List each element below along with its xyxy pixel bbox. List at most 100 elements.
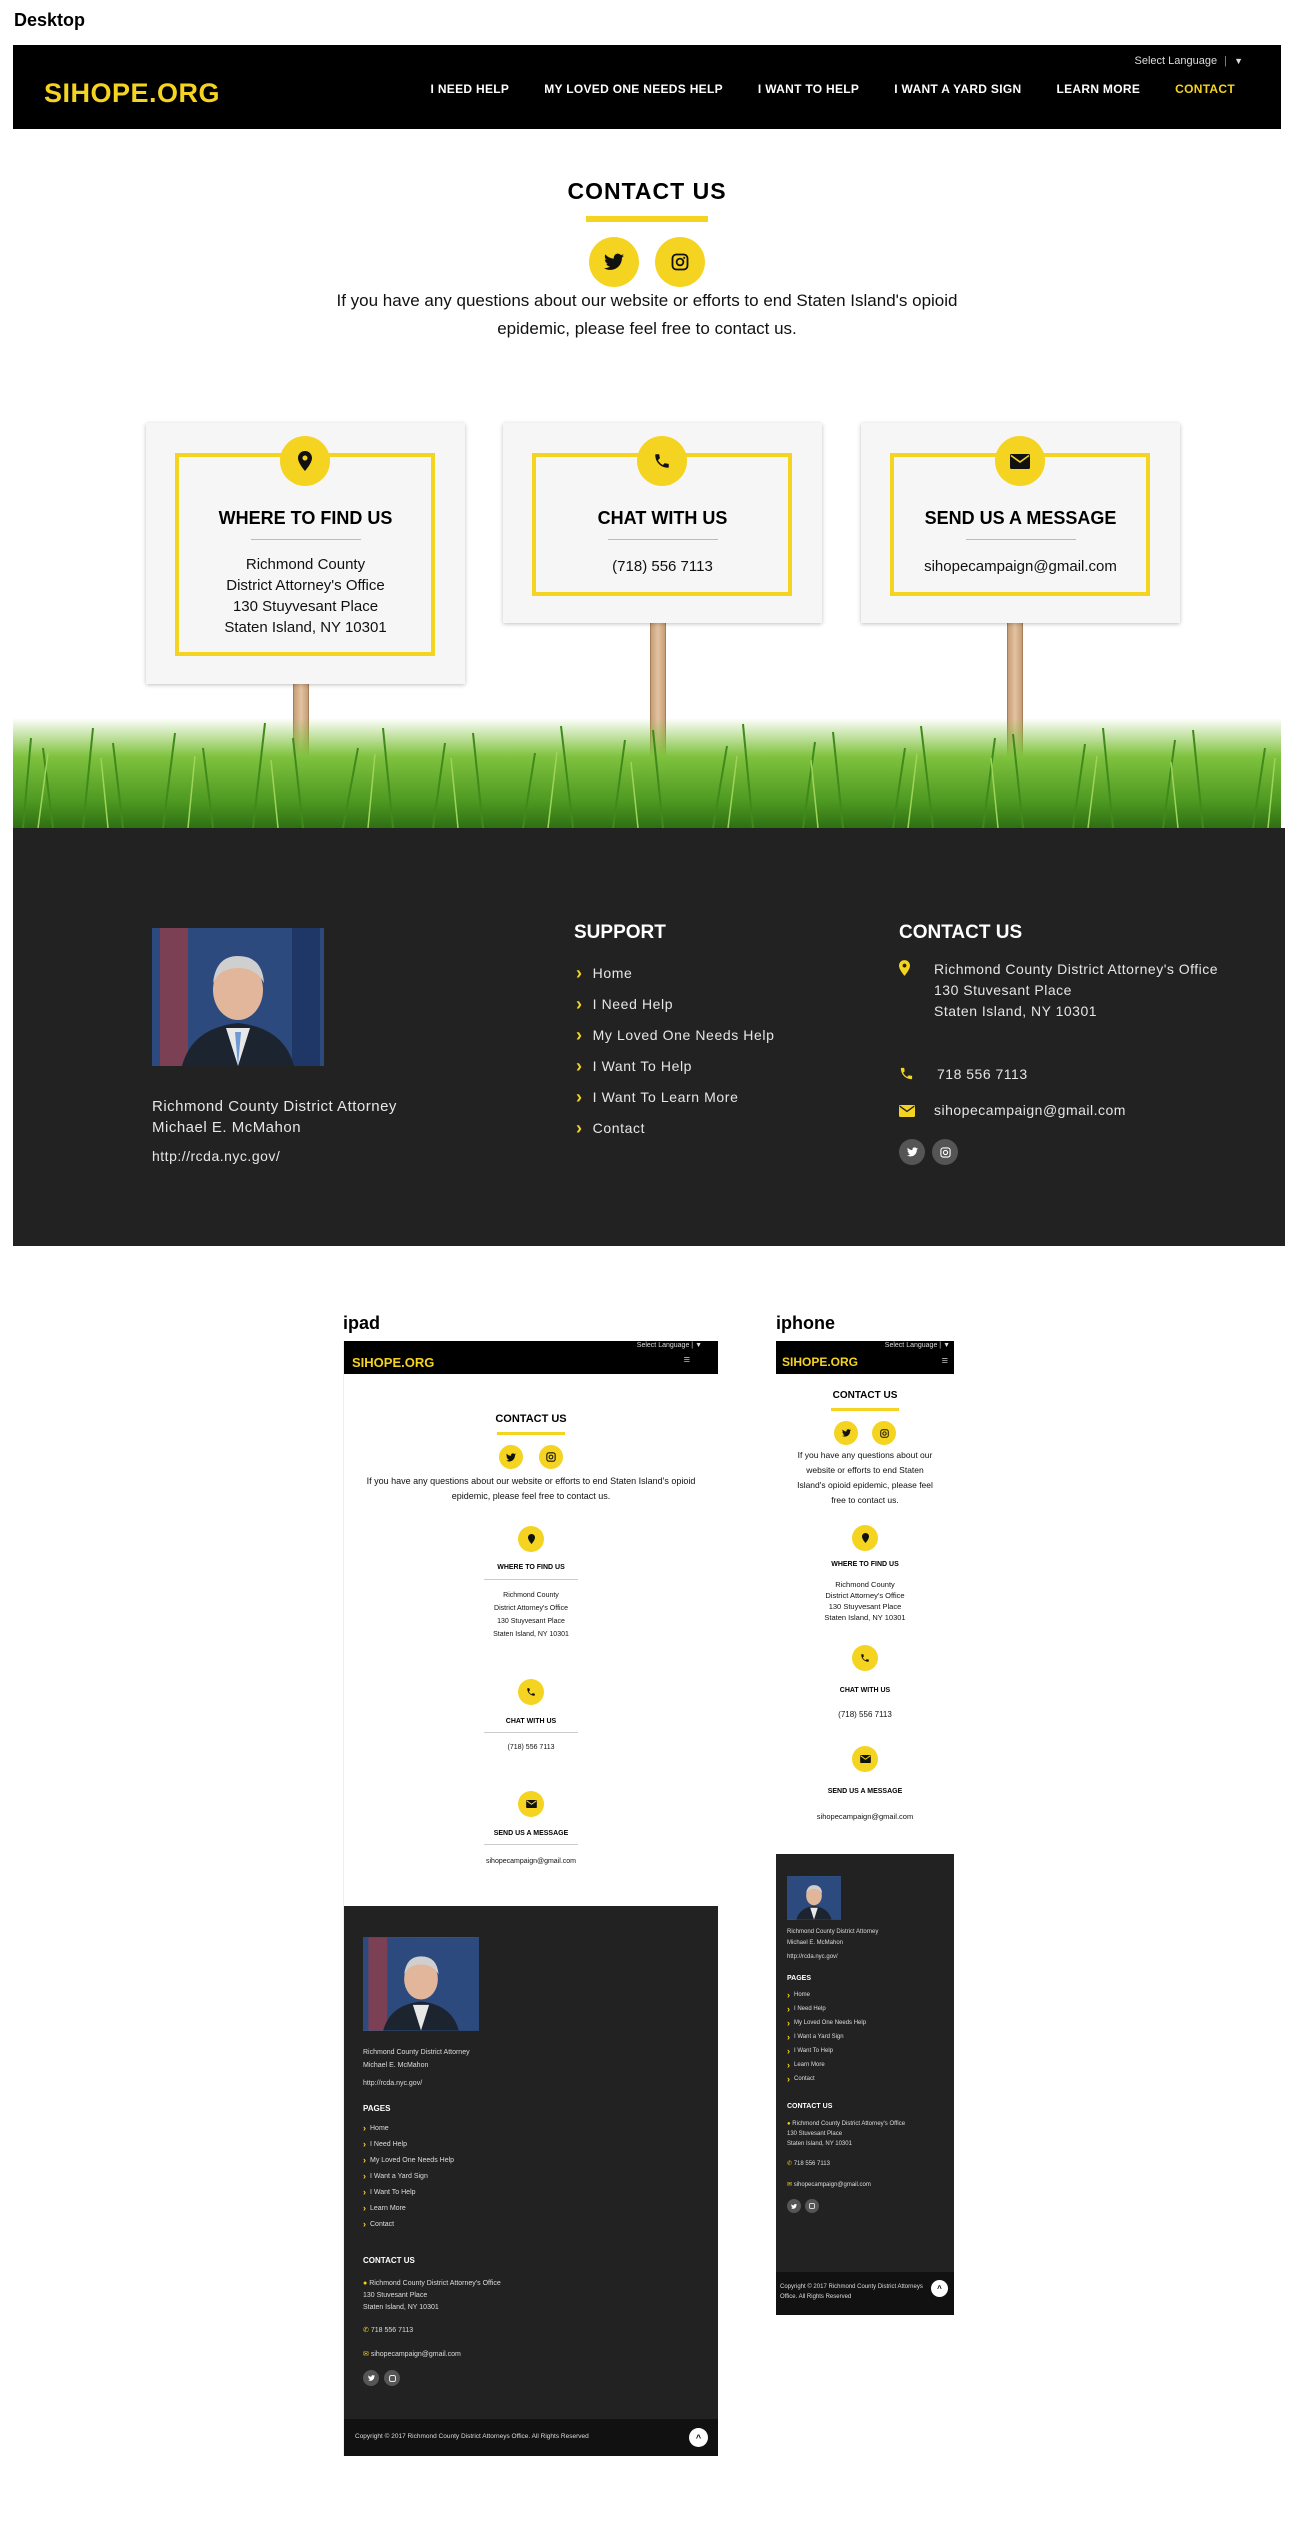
- footer-phone[interactable]: 718 556 7113: [937, 1066, 1028, 1082]
- card-email[interactable]: sihopecampaign@gmail.com: [861, 556, 1180, 577]
- card-line: 130 Stuyvesant Place: [232, 598, 379, 615]
- iphone-person-name: Michael E. McMahon: [787, 1940, 844, 1946]
- iphone-phone[interactable]: 718 556 7113: [794, 2161, 830, 2167]
- ipad-footer-link[interactable]: › I Want a Yard Sign: [363, 2172, 428, 2181]
- ipad-person-name: Michael E. McMahon: [363, 2062, 429, 2069]
- twitter-icon[interactable]: [363, 2370, 379, 2386]
- ipad-card-title: WHERE TO FIND US: [497, 1564, 565, 1571]
- envelope-icon: ✉: [363, 2351, 369, 2358]
- language-label: Select Language: [1134, 55, 1218, 67]
- footer-address-line: Richmond County District Attorney's Offi…: [934, 961, 1219, 977]
- iphone-address-line: Richmond County District Attorney's Offi…: [792, 2121, 906, 2127]
- iphone-twitter-button[interactable]: [834, 1421, 858, 1445]
- site-logo[interactable]: SIHOPE.ORG: [44, 78, 220, 109]
- iphone-footer-link[interactable]: › I Want To Help: [787, 2047, 833, 2056]
- language-select[interactable]: Select Language | ▼: [1135, 55, 1243, 67]
- desktop-header: SIHOPE.ORG Select Language | ▼ I NEED HE…: [13, 45, 1281, 129]
- footer-link-home[interactable]: › Home: [576, 964, 632, 982]
- nav-item-i-want-to-help[interactable]: I WANT TO HELP: [758, 82, 859, 96]
- iphone-footer-link[interactable]: › I Need Help: [787, 2005, 826, 2014]
- footer-address-line: Staten Island, NY 10301: [934, 1003, 1098, 1019]
- footer-link-loved-one[interactable]: › My Loved One Needs Help: [576, 1026, 775, 1044]
- ipad-label: ipad: [343, 1313, 381, 1333]
- iphone-copyright: Copyright © 2017 Richmond County Distric…: [780, 2284, 923, 2290]
- iphone-url-link[interactable]: http://rcda.nyc.gov/: [787, 1954, 838, 1960]
- da-portrait-image: [363, 1937, 479, 2031]
- phone-icon: [899, 1066, 914, 1086]
- instagram-button[interactable]: [655, 237, 705, 287]
- footer-instagram-button[interactable]: [932, 1139, 958, 1165]
- instagram-icon[interactable]: [805, 2199, 819, 2213]
- iphone-email[interactable]: sihopecampaign@gmail.com: [794, 2182, 871, 2188]
- iphone-card-line: District Attorney's Office: [825, 1591, 905, 1600]
- map-pin-icon: [280, 436, 330, 486]
- ipad-url-link[interactable]: http://rcda.nyc.gov/: [363, 2080, 422, 2087]
- iphone-footer-link[interactable]: › Learn More: [787, 2061, 825, 2070]
- ipad-footer-link[interactable]: › I Need Help: [363, 2140, 407, 2149]
- contact-intro: If you have any questions about our webs…: [336, 291, 958, 338]
- ipad-instagram-button[interactable]: [539, 1445, 563, 1469]
- instagram-icon[interactable]: [384, 2370, 400, 2386]
- menu-icon[interactable]: ≡: [942, 1355, 948, 1367]
- ipad-language-select[interactable]: Select Language | ▼: [637, 1342, 702, 1349]
- iphone-footer-link[interactable]: › Contact: [787, 2075, 815, 2084]
- footer-person-title: Richmond County District Attorney: [152, 1098, 397, 1115]
- ipad-twitter-button[interactable]: [499, 1445, 523, 1469]
- ipad-card-line: Richmond County: [503, 1592, 559, 1599]
- nav-item-yard-sign[interactable]: I WANT A YARD SIGN: [894, 82, 1021, 96]
- instagram-icon: [671, 253, 689, 271]
- da-portrait-image: [152, 928, 324, 1066]
- ipad-contact-heading: CONTACT US: [363, 2256, 415, 2265]
- footer-link-i-want-to-help[interactable]: › I Want To Help: [576, 1057, 692, 1075]
- phone-icon: ✆: [363, 2327, 369, 2334]
- menu-icon[interactable]: ≡: [684, 1354, 690, 1366]
- card-line: Staten Island, NY 10301: [224, 619, 387, 636]
- footer-url-link[interactable]: http://rcda.nyc.gov/: [152, 1148, 280, 1164]
- back-to-top-button[interactable]: ^: [931, 2280, 948, 2297]
- twitter-icon[interactable]: [787, 2199, 801, 2213]
- nav-item-learn-more[interactable]: LEARN MORE: [1056, 82, 1140, 96]
- twitter-button[interactable]: [589, 237, 639, 287]
- desktop-footer: Richmond County District Attorney Michae…: [13, 828, 1285, 1246]
- ipad-card-email[interactable]: sihopecampaign@gmail.com: [344, 1858, 718, 1865]
- ipad-logo[interactable]: SIHOPE.ORG: [352, 1355, 434, 1370]
- ipad-footer-link[interactable]: › My Loved One Needs Help: [363, 2156, 454, 2165]
- iphone-instagram-button[interactable]: [872, 1421, 896, 1445]
- ipad-mockup: SIHOPE.ORG Select Language | ▼ ≡ CONTACT…: [343, 1341, 718, 2456]
- nav-item-contact[interactable]: CONTACT: [1175, 82, 1235, 96]
- card-title: WHERE TO FIND US: [218, 508, 393, 528]
- ipad-footer-link[interactable]: › Contact: [363, 2220, 394, 2229]
- ipad-card-title: CHAT WITH US: [505, 1718, 557, 1725]
- iphone-language-select[interactable]: Select Language | ▼: [885, 1342, 950, 1349]
- nav-item-i-need-help[interactable]: I NEED HELP: [431, 82, 510, 96]
- ipad-card-phone[interactable]: (718) 556 7113: [344, 1744, 718, 1751]
- iphone-card-title: SEND US A MESSAGE: [827, 1788, 903, 1795]
- envelope-icon: [518, 1791, 544, 1817]
- iphone-card-phone[interactable]: (718) 556 7113: [776, 1710, 954, 1719]
- iphone-logo[interactable]: SIHOPE.ORG: [782, 1355, 858, 1369]
- ipad-copyright: Copyright © 2017 Richmond County Distric…: [355, 2433, 589, 2440]
- ipad-footer-link[interactable]: › Home: [363, 2124, 389, 2133]
- footer-link-learn-more[interactable]: › I Want To Learn More: [576, 1088, 738, 1106]
- nav-item-loved-one[interactable]: MY LOVED ONE NEEDS HELP: [544, 82, 723, 96]
- instagram-icon: [939, 1146, 951, 1158]
- ipad-intro: If you have any questions about our webs…: [366, 1476, 696, 1501]
- ipad-footer-link[interactable]: › I Want To Help: [363, 2188, 416, 2197]
- ipad-email[interactable]: sihopecampaign@gmail.com: [371, 2351, 461, 2358]
- iphone-person-title: Richmond County District Attorney: [787, 1929, 879, 1935]
- footer-twitter-button[interactable]: [899, 1139, 925, 1165]
- twitter-icon: [604, 253, 624, 270]
- iphone-footer-link[interactable]: › I Want a Yard Sign: [787, 2033, 844, 2042]
- footer-link-contact[interactable]: › Contact: [576, 1119, 645, 1137]
- iphone-footer-link[interactable]: › My Loved One Needs Help: [787, 2019, 866, 2028]
- iphone-card-email[interactable]: sihopecampaign@gmail.com: [776, 1812, 954, 1821]
- card-title: SEND US A MESSAGE: [924, 508, 1117, 528]
- back-to-top-button[interactable]: ^: [689, 2428, 708, 2447]
- footer-link-i-need-help[interactable]: › I Need Help: [576, 995, 673, 1013]
- iphone-footer-link[interactable]: › Home: [787, 1991, 810, 2000]
- ipad-footer-link[interactable]: › Learn More: [363, 2204, 406, 2213]
- desktop-label: Desktop: [14, 10, 86, 30]
- card-phone[interactable]: (718) 556 7113: [503, 556, 822, 577]
- footer-email[interactable]: sihopecampaign@gmail.com: [934, 1102, 1126, 1118]
- ipad-phone[interactable]: 718 556 7113: [371, 2327, 413, 2334]
